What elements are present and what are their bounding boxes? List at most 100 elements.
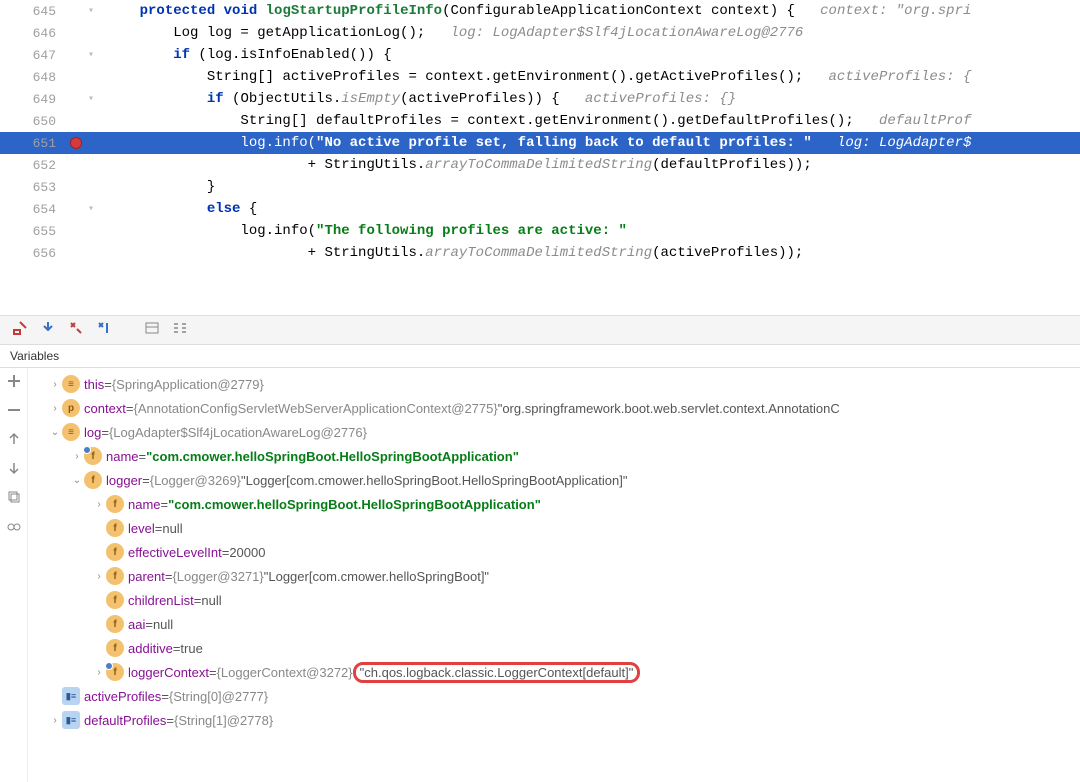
- variable-name: activeProfiles: [84, 689, 161, 704]
- variable-value: {String[0]@2777}: [169, 689, 268, 704]
- line-number[interactable]: 652: [0, 158, 68, 173]
- variable-extra: 20000: [229, 545, 265, 560]
- variable-row[interactable]: ⌄flogger = {Logger@3269} "Logger[com.cmo…: [28, 468, 1080, 492]
- expand-toggle-icon[interactable]: ›: [48, 403, 62, 414]
- code-line[interactable]: 648 String[] activeProfiles = context.ge…: [0, 66, 1080, 88]
- code-line[interactable]: 654 ▾ else {: [0, 198, 1080, 220]
- code-text[interactable]: if (log.isInfoEnabled()) {: [98, 47, 1080, 63]
- line-number[interactable]: 656: [0, 246, 68, 261]
- variable-value: {Logger@3271}: [172, 569, 263, 584]
- variable-row[interactable]: ›floggerContext = {LoggerContext@3272} "…: [28, 660, 1080, 684]
- run-to-cursor-icon[interactable]: [96, 320, 112, 341]
- code-line[interactable]: 649 ▾ if (ObjectUtils.isEmpty(activeProfi…: [0, 88, 1080, 110]
- fold-toggle[interactable]: ▾: [84, 5, 98, 17]
- code-text[interactable]: protected void logStartupProfileInfo(Con…: [98, 3, 1080, 19]
- variable-row[interactable]: feffectiveLevelInt = 20000: [28, 540, 1080, 564]
- variable-value: {Logger@3269}: [150, 473, 241, 488]
- code-text[interactable]: String[] defaultProfiles = context.getEn…: [98, 113, 1080, 129]
- fold-toggle[interactable]: ▾: [84, 49, 98, 61]
- expand-toggle-icon[interactable]: ›: [92, 571, 106, 582]
- copy-icon[interactable]: [7, 490, 21, 509]
- code-line[interactable]: 646 Log log = getApplicationLog(); log: …: [0, 22, 1080, 44]
- line-number[interactable]: 647: [0, 48, 68, 63]
- expand-toggle-icon[interactable]: ›: [92, 667, 106, 678]
- expand-toggle-icon[interactable]: ›: [48, 715, 62, 726]
- fold-toggle[interactable]: ▾: [84, 203, 98, 215]
- variable-extra: null: [153, 617, 173, 632]
- variable-row[interactable]: ▮≡activeProfiles = {String[0]@2777}: [28, 684, 1080, 708]
- variable-name: parent: [128, 569, 165, 584]
- breakpoint-gutter[interactable]: [68, 137, 84, 149]
- array-icon: ▮≡: [62, 711, 80, 729]
- variable-extra: "Logger[com.cmower.helloSpringBoot]": [264, 569, 489, 584]
- variable-row[interactable]: faai = null: [28, 612, 1080, 636]
- watch-glasses-icon[interactable]: [7, 519, 21, 538]
- debug-toolbar: [0, 315, 1080, 345]
- variable-name: loggerContext: [128, 665, 209, 680]
- line-number[interactable]: 645: [0, 4, 68, 19]
- variable-name: this: [84, 377, 104, 392]
- code-line[interactable]: 653 }: [0, 176, 1080, 198]
- line-number[interactable]: 646: [0, 26, 68, 41]
- code-text[interactable]: Log log = getApplicationLog(); log: LogA…: [98, 25, 1080, 41]
- add-watch-icon[interactable]: [7, 374, 21, 393]
- variable-row[interactable]: ›pcontext = {AnnotationConfigServletWebS…: [28, 396, 1080, 420]
- expand-toggle-icon[interactable]: ⌄: [48, 427, 62, 438]
- down-icon[interactable]: [7, 461, 21, 480]
- expand-toggle-icon[interactable]: ›: [70, 451, 84, 462]
- line-number[interactable]: 649: [0, 92, 68, 107]
- code-line[interactable]: 650 String[] defaultProfiles = context.g…: [0, 110, 1080, 132]
- code-editor[interactable]: 645 ▾ protected void logStartupProfileInf…: [0, 0, 1080, 315]
- line-number[interactable]: 654: [0, 202, 68, 217]
- variable-name: aai: [128, 617, 145, 632]
- line-number[interactable]: 648: [0, 70, 68, 85]
- field-icon: f: [106, 495, 124, 513]
- variable-row[interactable]: flevel = null: [28, 516, 1080, 540]
- variable-value: {LoggerContext@3272}: [217, 665, 353, 680]
- code-text[interactable]: String[] activeProfiles = context.getEnv…: [98, 69, 1080, 85]
- remove-watch-icon[interactable]: [7, 403, 21, 422]
- variable-row[interactable]: ›fname = "com.cmower.helloSpringBoot.Hel…: [28, 444, 1080, 468]
- variable-row[interactable]: ›fname = "com.cmower.helloSpringBoot.Hel…: [28, 492, 1080, 516]
- trace-icon[interactable]: [172, 320, 188, 341]
- line-number[interactable]: 655: [0, 224, 68, 239]
- code-text[interactable]: else {: [98, 201, 1080, 217]
- code-text[interactable]: + StringUtils.arrayToCommaDelimitedStrin…: [98, 245, 1080, 261]
- expand-toggle-icon[interactable]: ⌄: [70, 475, 84, 486]
- variable-row[interactable]: fchildrenList = null: [28, 588, 1080, 612]
- expand-toggle-icon[interactable]: ›: [92, 499, 106, 510]
- line-number[interactable]: 650: [0, 114, 68, 129]
- step-over-icon[interactable]: [12, 320, 28, 341]
- code-line[interactable]: 656 + StringUtils.arrayToCommaDelimitedS…: [0, 242, 1080, 264]
- variable-row[interactable]: ›fparent = {Logger@3271} "Logger[com.cmo…: [28, 564, 1080, 588]
- variable-row[interactable]: fadditive = true: [28, 636, 1080, 660]
- variable-value: {LogAdapter$Slf4jLocationAwareLog@2776}: [109, 425, 367, 440]
- line-number[interactable]: 653: [0, 180, 68, 195]
- breakpoint-icon[interactable]: [70, 137, 82, 149]
- fold-toggle[interactable]: ▾: [84, 93, 98, 105]
- variables-tree[interactable]: ›≡this = {SpringApplication@2779}›pconte…: [28, 368, 1080, 782]
- code-line[interactable]: 647 ▾ if (log.isInfoEnabled()) {: [0, 44, 1080, 66]
- up-icon[interactable]: [7, 432, 21, 451]
- line-number[interactable]: 651: [0, 136, 68, 151]
- variable-row[interactable]: ⌄≡log = {LogAdapter$Slf4jLocationAwareLo…: [28, 420, 1080, 444]
- variable-row[interactable]: ›▮≡defaultProfiles = {String[1]@2778}: [28, 708, 1080, 732]
- field-icon: f: [106, 519, 124, 537]
- code-text[interactable]: log.info("No active profile set, falling…: [98, 135, 1080, 151]
- code-line[interactable]: 651 log.info("No active profile set, fal…: [0, 132, 1080, 154]
- code-text[interactable]: }: [98, 179, 1080, 195]
- code-line[interactable]: 655 log.info("The following profiles are…: [0, 220, 1080, 242]
- variable-extra: true: [180, 641, 202, 656]
- code-line[interactable]: 645 ▾ protected void logStartupProfileInf…: [0, 0, 1080, 22]
- variable-extra: null: [201, 593, 221, 608]
- code-line[interactable]: 652 + StringUtils.arrayToCommaDelimitedS…: [0, 154, 1080, 176]
- code-text[interactable]: if (ObjectUtils.isEmpty(activeProfiles))…: [98, 91, 1080, 107]
- step-out-icon[interactable]: [68, 320, 84, 341]
- code-text[interactable]: log.info("The following profiles are act…: [98, 223, 1080, 239]
- variable-row[interactable]: ›≡this = {SpringApplication@2779}: [28, 372, 1080, 396]
- variables-tab[interactable]: Variables: [0, 345, 1080, 368]
- expand-toggle-icon[interactable]: ›: [48, 379, 62, 390]
- evaluate-icon[interactable]: [144, 320, 160, 341]
- code-text[interactable]: + StringUtils.arrayToCommaDelimitedStrin…: [98, 157, 1080, 173]
- step-into-icon[interactable]: [40, 320, 56, 341]
